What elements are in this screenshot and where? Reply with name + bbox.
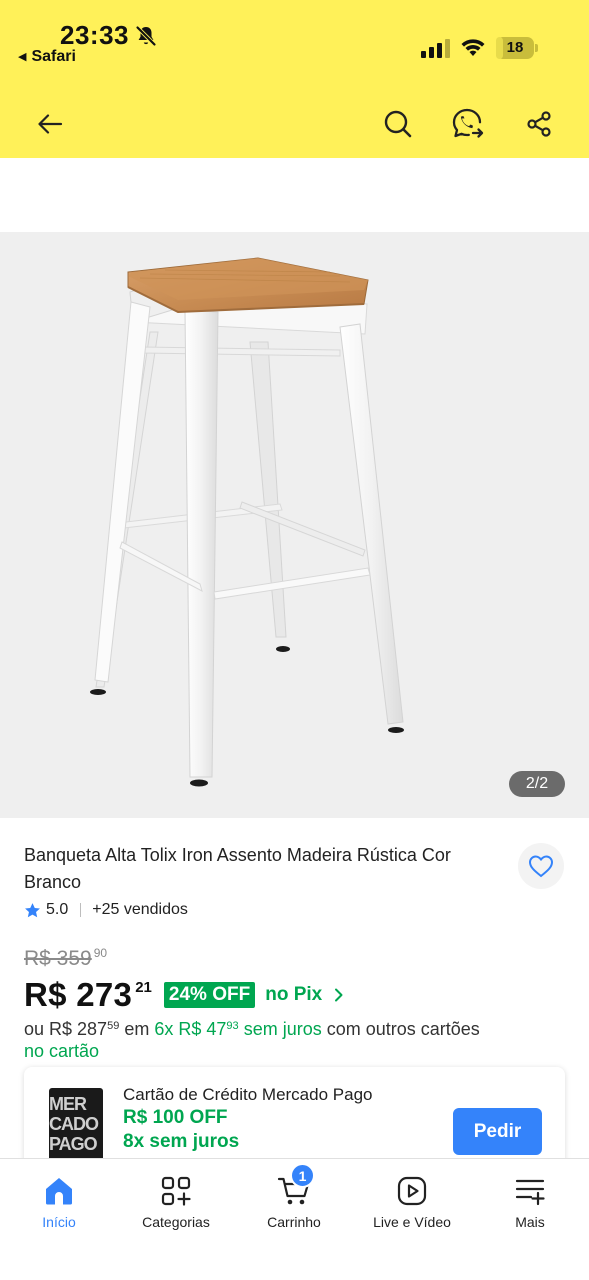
installment-plan-cents: 93 (226, 1020, 239, 1032)
back-app-label: Safari (31, 48, 76, 65)
gallery-counter: 2/2 (509, 771, 565, 797)
categories-icon (158, 1173, 194, 1209)
nav-label-live-video: Live e Vídeo (373, 1214, 451, 1230)
installment-plan: 6x R$ 47 (154, 1019, 227, 1039)
product-image-stool (90, 257, 404, 787)
installments-info: ou R$ 28759 em 6x R$ 4793 sem juros com … (24, 1015, 569, 1062)
more-icon (512, 1173, 548, 1209)
share-icon (527, 111, 551, 137)
search-icon (384, 110, 412, 138)
battery-tip (535, 44, 538, 52)
rating-divider (80, 903, 82, 917)
nav-item-live-video[interactable]: Live e Vídeo (353, 1159, 471, 1239)
card-promo-installments: 8x sem juros (123, 1131, 240, 1152)
chat-icon (452, 108, 484, 138)
status-time: 23:33 (60, 20, 129, 50)
other-cards-label: com outros cartões (326, 1019, 480, 1039)
product-page: 23:33 ◀ Safari 18 2/2 Banqueta Alta Toli… (0, 0, 589, 1280)
scrolled-content-edge (0, 158, 589, 166)
back-to-safari[interactable]: ◀ Safari (18, 48, 76, 66)
share-button[interactable] (521, 106, 557, 142)
back-triangle-icon: ◀ (18, 51, 27, 63)
chevron-right-icon (335, 988, 343, 1002)
alt-price: ou R$ 287 (24, 1019, 108, 1039)
nav-label-inicio: Início (42, 1214, 76, 1230)
wifi-icon (461, 39, 485, 56)
card-promo-title: Cartão de Crédito Mercado Pago (123, 1085, 373, 1104)
product-image-gallery[interactable] (0, 232, 589, 818)
sold-count: +25 vendidos (92, 901, 188, 918)
nav-label-categorias: Categorias (142, 1214, 210, 1230)
play-icon (394, 1173, 430, 1209)
nav-item-inicio[interactable]: Início (0, 1159, 118, 1239)
home-icon (41, 1173, 77, 1209)
header: 23:33 ◀ Safari 18 (0, 0, 589, 158)
price-row[interactable]: R$ 273 21 24% OFF no Pix (24, 975, 344, 1015)
current-price-cents: 21 (135, 979, 152, 996)
card-image-text-1: MER (49, 1094, 87, 1114)
cart-count-badge: 1 (290, 1163, 315, 1188)
nav-item-mais[interactable]: Mais (471, 1159, 589, 1239)
chat-button[interactable] (450, 106, 486, 142)
on-card-label: no cartão (24, 1041, 100, 1061)
current-price: R$ 273 (24, 976, 133, 1013)
original-price: R$ 359 90 (24, 946, 107, 971)
back-button[interactable] (32, 106, 68, 142)
heart-icon (528, 855, 554, 878)
search-button[interactable] (380, 106, 416, 142)
card-image-text-3: PAGO (49, 1134, 98, 1154)
battery-indicator: 18 (496, 37, 538, 59)
rating-row[interactable]: 5.0 +25 vendidos (24, 899, 188, 921)
no-interest-label: sem juros (243, 1019, 322, 1039)
card-image-text-2: CADO (49, 1114, 99, 1134)
alt-price-cents: 59 (107, 1020, 120, 1032)
cellular-signal-icon (421, 39, 450, 58)
star-icon (25, 902, 40, 917)
original-price-cents: 90 (93, 946, 108, 960)
installments-em: em (124, 1019, 150, 1039)
original-price-value: R$ 359 (24, 947, 92, 970)
arrow-left-icon (38, 114, 63, 134)
pix-label: no Pix (265, 984, 323, 1005)
rating-value: 5.0 (46, 901, 69, 918)
card-promo-off: R$ 100 OFF (123, 1107, 228, 1128)
nav-label-carrinho: Carrinho (267, 1214, 321, 1230)
discount-badge: 24% OFF (163, 982, 256, 1008)
product-title: Banqueta Alta Tolix Iron Assento Madeira… (24, 845, 451, 892)
nav-item-categorias[interactable]: Categorias (117, 1159, 235, 1239)
request-card-button[interactable]: Pedir (453, 1108, 542, 1155)
bell-muted-icon (136, 26, 156, 46)
battery-level: 18 (506, 39, 524, 56)
favorite-button[interactable] (518, 843, 564, 889)
nav-label-mais: Mais (515, 1214, 545, 1230)
